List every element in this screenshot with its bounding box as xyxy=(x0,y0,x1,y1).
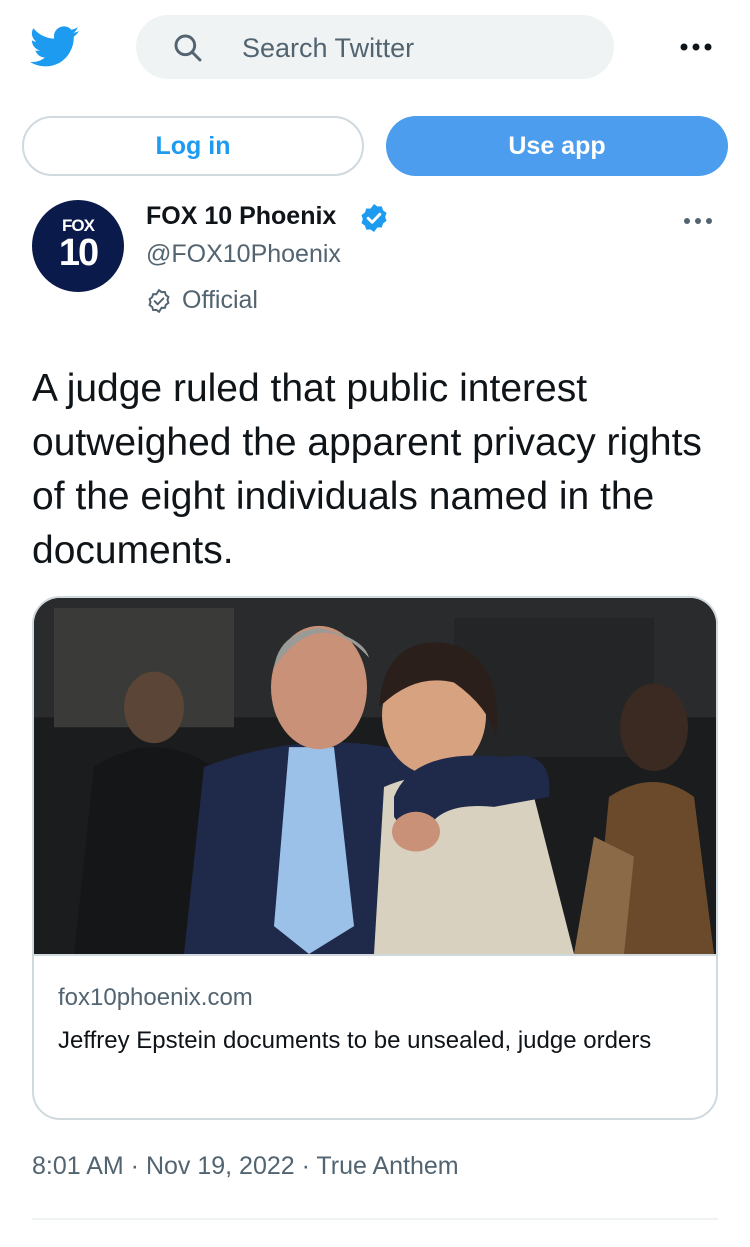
card-domain: fox10phoenix.com xyxy=(58,984,253,1011)
card-title: Jeffrey Epstein documents to be unsealed… xyxy=(58,1027,652,1054)
tweet-text: A judge ruled that public interest outwe… xyxy=(32,367,702,572)
search-input[interactable]: Search Twitter xyxy=(136,15,614,79)
search-placeholder: Search Twitter xyxy=(242,33,415,63)
log-in-button[interactable]: Log in xyxy=(22,116,364,176)
author-name[interactable]: FOX 10 Phoenix xyxy=(146,202,336,231)
card-image xyxy=(34,598,716,956)
tweet-more-icon[interactable] xyxy=(680,206,716,236)
official-label: Official xyxy=(182,286,258,314)
tweet-author: FOX 10 FOX 10 Phoenix @FOX10Phoenix Offi… xyxy=(0,196,750,326)
avatar[interactable]: FOX 10 xyxy=(32,200,124,292)
verified-badge-icon xyxy=(361,204,387,232)
more-horizontal-icon[interactable] xyxy=(676,30,716,64)
use-app-button[interactable]: Use app xyxy=(386,116,728,176)
author-handle[interactable]: @FOX10Phoenix xyxy=(146,240,341,269)
top-bar: Search Twitter xyxy=(0,0,750,100)
tweet-timestamp[interactable]: 8:01 AM · Nov 19, 2022 · True Anthem xyxy=(32,1152,459,1181)
twitter-bird-icon[interactable] xyxy=(30,26,80,68)
link-preview-card[interactable]: fox10phoenix.com Jeffrey Epstein documen… xyxy=(32,596,718,1120)
avatar-logo-text-bottom: 10 xyxy=(58,232,99,274)
auth-buttons: Log in Use app xyxy=(0,116,750,178)
official-badge-icon xyxy=(148,288,170,314)
search-icon xyxy=(174,34,202,62)
divider xyxy=(32,1218,718,1220)
